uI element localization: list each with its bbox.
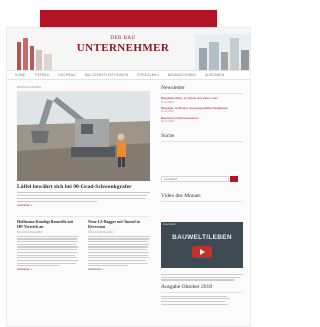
- text-line: [17, 235, 79, 237]
- newsletter-date: 09.10.2018: [161, 120, 174, 124]
- issue-section: Ausgabe Oktober 2018: [161, 274, 243, 306]
- text-line: [17, 192, 150, 194]
- divider: [161, 141, 243, 143]
- text-line: [161, 274, 243, 276]
- text-line: [88, 249, 147, 251]
- article-read-more-link[interactable]: weiterlesen »: [88, 268, 150, 271]
- article-meta: BAUUNTERNEHMER: [88, 230, 114, 234]
- hero-image[interactable]: [17, 91, 150, 181]
- text-line: [88, 243, 150, 245]
- search-button[interactable]: [230, 176, 238, 182]
- video-label: Eventvideo: [163, 223, 176, 226]
- text-line: [88, 235, 150, 237]
- newsletter-date: 16.10.2018: [161, 110, 174, 114]
- nav-item-hochbau[interactable]: HOCHBAU: [58, 73, 75, 77]
- text-line: [17, 238, 78, 240]
- search-heading: Suche: [161, 133, 175, 140]
- text-line: [161, 279, 235, 281]
- text-line: [17, 259, 78, 262]
- nav-item-ausgaben[interactable]: AUSGABEN: [205, 73, 224, 77]
- text-line: [17, 251, 79, 253]
- video-section: Video des Monats: [161, 193, 243, 205]
- text-line: [17, 265, 61, 267]
- site-header: DER BAU UNTERNEHMER: [7, 28, 250, 70]
- divider: [161, 93, 243, 94]
- browser-accent-bar: [40, 10, 217, 27]
- text-line: [161, 300, 225, 303]
- text-line: [161, 303, 229, 305]
- article-title[interactable]: Neue LS-Bagger mit Tunnel in Reversion: [88, 219, 150, 229]
- issue-list: [161, 295, 243, 305]
- skyline-left-icon: [17, 38, 52, 70]
- logo-main-text: UNTERNEHMER: [76, 42, 170, 54]
- text-line: [88, 241, 148, 243]
- text-line: [17, 241, 79, 243]
- sidebar: Newsletter Baustellenticker: im Fokus un…: [161, 85, 243, 145]
- hero-teaser: weiterlesen »: [17, 192, 150, 207]
- text-line: [17, 246, 78, 248]
- article-teaser: Neue LS-Bagger mit Tunnel in Reversion B…: [88, 219, 150, 271]
- text-line: [88, 262, 149, 264]
- search-input[interactable]: [161, 176, 229, 182]
- breadcrumb[interactable]: BAUMASCHINEN: [17, 85, 41, 89]
- text-line: [17, 249, 77, 251]
- text-line: [17, 254, 76, 256]
- video-heading: Video des Monats: [161, 193, 201, 199]
- webpage: DER BAU UNTERNEHMER HOME TIEFBAU HOCHBAU…: [6, 27, 251, 327]
- text-line: [17, 197, 145, 200]
- text-line: [161, 295, 227, 297]
- text-line: [88, 259, 147, 262]
- video-player[interactable]: Eventvideo BAUWELT/LEBEN: [161, 222, 243, 268]
- play-button-icon[interactable]: [192, 246, 212, 258]
- text-line: [17, 200, 97, 203]
- text-line: [17, 257, 78, 259]
- article-title[interactable]: Hoffmann Kündigt Baustelle mit HP-Vertri…: [17, 219, 79, 229]
- nav-item-bau-dienstleistungen[interactable]: BAU-DIENSTLEISTUNGEN: [85, 73, 129, 77]
- text-line: [88, 265, 129, 267]
- site-logo[interactable]: DER BAU UNTERNEHMER: [63, 36, 183, 64]
- hero-headline[interactable]: Löffel bewährt sich bei 90-Grad-Schwenkg…: [17, 184, 132, 190]
- article-excerpt: [88, 235, 150, 267]
- article-teaser: Hoffmann Kündigt Baustelle mit HP-Vertri…: [17, 219, 79, 271]
- hero-read-more-link[interactable]: weiterlesen »: [17, 204, 150, 207]
- skyline-right-icon: [195, 34, 250, 70]
- nav-item-baumaschinen[interactable]: BAUMASCHINEN: [168, 73, 196, 77]
- divider: [161, 201, 243, 202]
- article-meta: BAUUNTERNEHMER: [17, 230, 43, 234]
- main-navigation: HOME TIEFBAU HOCHBAU BAU-DIENSTLEISTUNGE…: [7, 70, 250, 80]
- text-line: [161, 276, 240, 278]
- article-excerpt: [17, 235, 79, 267]
- nav-item-tiefbau[interactable]: TIEFBAU: [34, 73, 49, 77]
- video-title-overlay: BAUWELT/LEBEN: [172, 234, 232, 241]
- divider: [17, 216, 150, 217]
- text-line: [17, 243, 76, 245]
- text-line: [88, 251, 149, 253]
- nav-item-spezialbau[interactable]: SPEZIALBAU: [137, 73, 159, 77]
- text-line: [161, 298, 230, 300]
- divider: [161, 291, 243, 293]
- newsletter-heading: Newsletter: [161, 85, 185, 91]
- video-description: [161, 274, 243, 281]
- newsletter-date: 16.10.2018: [161, 100, 174, 104]
- issue-heading[interactable]: Ausgabe Oktober 2018: [161, 284, 243, 290]
- text-line: [88, 257, 150, 259]
- article-read-more-link[interactable]: weiterlesen »: [17, 268, 79, 271]
- text-line: [88, 238, 149, 240]
- nav-item-home[interactable]: HOME: [15, 73, 25, 77]
- text-line: [17, 262, 76, 264]
- text-line: [88, 246, 149, 248]
- text-line: [17, 194, 148, 197]
- text-line: [88, 254, 148, 256]
